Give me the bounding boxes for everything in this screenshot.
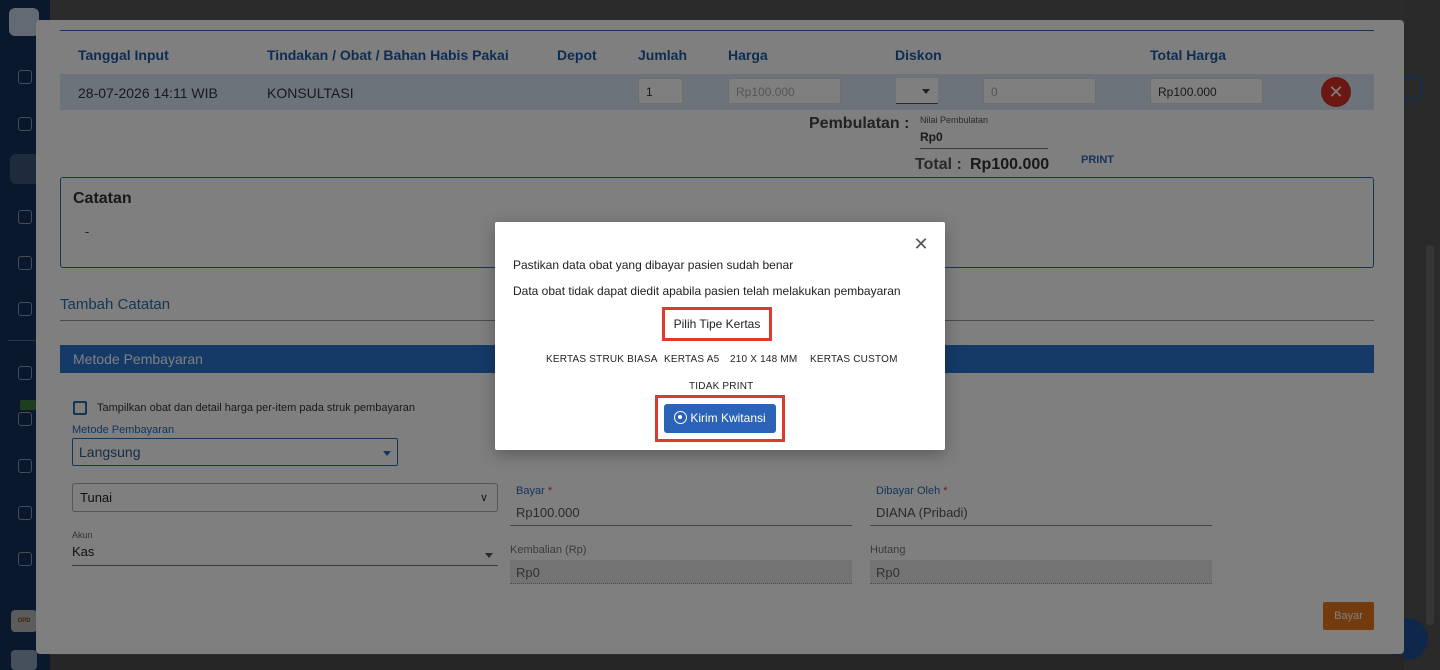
option-210x148[interactable]: 210 X 148 MM [730, 354, 797, 365]
option-tidak-print[interactable]: TIDAK PRINT [689, 381, 753, 392]
pilih-tipe-highlight: Pilih Tipe Kertas [662, 307, 772, 341]
option-kertas-struk-biasa[interactable]: KERTAS STRUK BIASA [546, 354, 658, 365]
kirim-kwitansi-button[interactable]: Kirim Kwitansi [664, 404, 776, 433]
kirim-kwitansi-label: Kirim Kwitansi [690, 411, 766, 425]
modal-message-2: Data obat tidak dapat diedit apabila pas… [513, 284, 901, 298]
whatsapp-icon [674, 411, 688, 424]
option-kertas-a5[interactable]: KERTAS A5 [664, 354, 719, 365]
kirim-kwitansi-highlight: Kirim Kwitansi [655, 395, 785, 442]
close-icon[interactable]: ✕ [913, 235, 929, 253]
modal-message-1: Pastikan data obat yang dibayar pasien s… [513, 258, 794, 272]
option-kertas-custom[interactable]: KERTAS CUSTOM [810, 354, 898, 365]
print-type-modal: ✕ Pastikan data obat yang dibayar pasien… [495, 222, 945, 450]
pilih-tipe-kertas-label: Pilih Tipe Kertas [673, 317, 761, 331]
